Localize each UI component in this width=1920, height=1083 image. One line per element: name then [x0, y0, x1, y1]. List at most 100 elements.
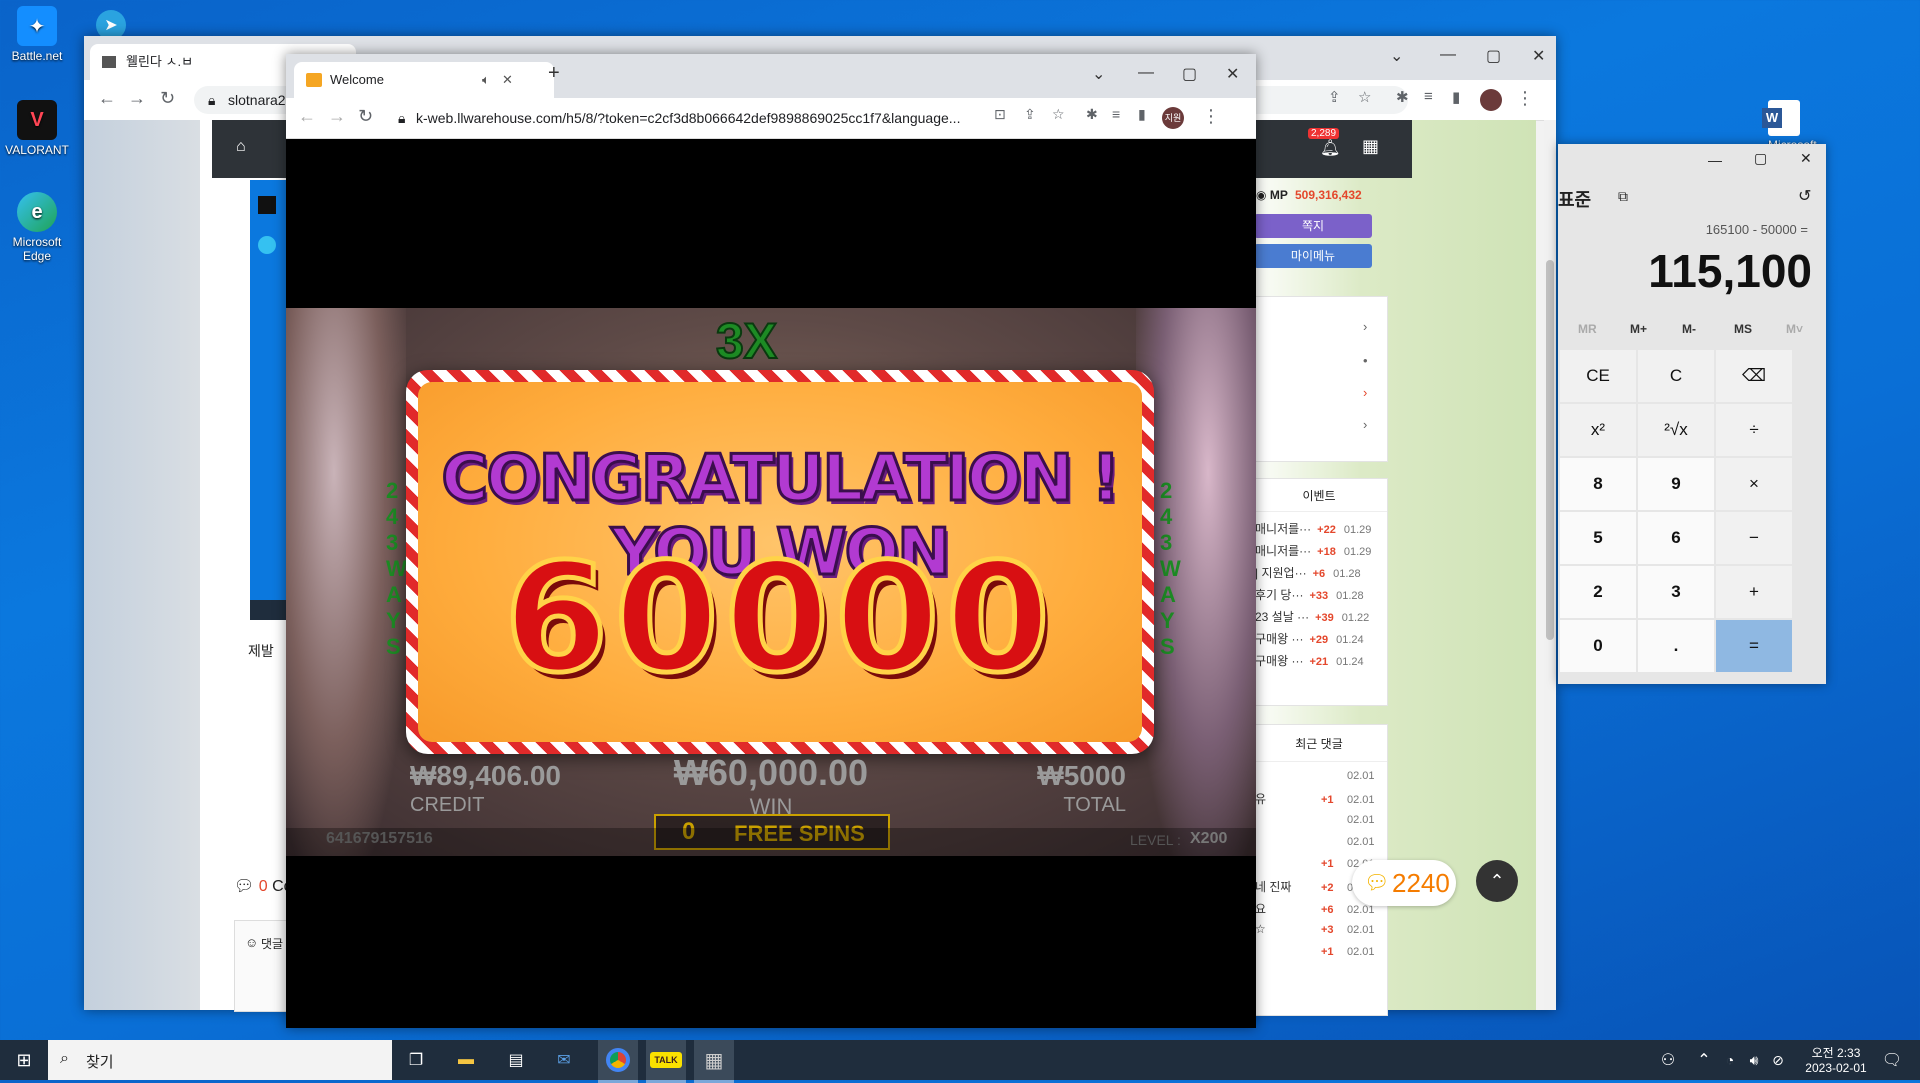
- close-button[interactable]: ✕: [1532, 46, 1545, 66]
- star-icon[interactable]: ☆: [1358, 88, 1371, 106]
- calc-key[interactable]: 5: [1560, 512, 1636, 564]
- chrome-icon[interactable]: [598, 1040, 638, 1083]
- recent-comment-row[interactable]: 02.01: [1255, 834, 1383, 848]
- event-row[interactable]: 매니저를··· +22 01.29: [1255, 520, 1371, 537]
- chevron-right-icon[interactable]: ›: [1363, 417, 1367, 432]
- chevron-down-icon[interactable]: ⌄: [1092, 64, 1105, 84]
- mail-icon[interactable]: ✉: [550, 1046, 578, 1074]
- calc-key[interactable]: =: [1716, 620, 1792, 672]
- forward-arrow-icon[interactable]: →: [328, 106, 346, 127]
- minimize-button[interactable]: —: [1138, 64, 1154, 82]
- scroll-top-button[interactable]: ⌃: [1476, 860, 1518, 902]
- back-arrow-icon[interactable]: ←: [98, 88, 116, 109]
- store-icon[interactable]: ▤: [502, 1046, 530, 1074]
- recent-comment-row[interactable]: ☆ +3 02.01: [1255, 922, 1383, 936]
- mymenu-button[interactable]: 마이메뉴: [1254, 244, 1372, 268]
- calc-key[interactable]: CE: [1560, 350, 1636, 402]
- extensions-icon[interactable]: ✱: [1396, 88, 1409, 106]
- sidebar-icon[interactable]: ▮: [1452, 88, 1460, 106]
- calc-key[interactable]: ÷: [1716, 404, 1792, 456]
- memory-button[interactable]: M+: [1630, 322, 1647, 336]
- calculator-taskbar-icon[interactable]: ▦: [694, 1040, 734, 1083]
- calc-key[interactable]: +: [1716, 566, 1792, 618]
- taskbar-search[interactable]: ⌕ 찾기: [48, 1040, 392, 1080]
- calc-key[interactable]: 6: [1638, 512, 1714, 564]
- welcome-tab[interactable]: Welcome 🔈︎ ✕: [294, 62, 554, 98]
- event-row[interactable]: 구매왕 ··· +29 01.24: [1255, 630, 1364, 647]
- translate-icon[interactable]: ⊡: [994, 106, 1006, 123]
- calc-key[interactable]: 9: [1638, 458, 1714, 510]
- calc-maximize-button[interactable]: ▢: [1754, 150, 1767, 167]
- calc-minimize-button[interactable]: —: [1708, 152, 1722, 168]
- slot-game-canvas[interactable]: 3X 243 WAYS 243 WAYS CONGRATULATION ! YO…: [286, 308, 1256, 856]
- desktop-icon-edge[interactable]: e Microsoft Edge: [0, 192, 76, 263]
- keep-on-top-icon[interactable]: ⧉: [1618, 188, 1628, 205]
- menu-icon[interactable]: ⋮: [1516, 88, 1534, 109]
- chevron-down-icon[interactable]: ⌄: [1390, 46, 1403, 66]
- ime-icon[interactable]: ⊘: [1764, 1046, 1792, 1074]
- calc-mode[interactable]: 표준: [1558, 186, 1591, 212]
- maximize-button[interactable]: ▢: [1182, 64, 1197, 84]
- people-icon[interactable]: ⚇: [1654, 1046, 1682, 1074]
- clock-time[interactable]: 오전 2:33: [1796, 1044, 1876, 1061]
- message-button[interactable]: 쪽지: [1254, 214, 1372, 238]
- mute-icon[interactable]: 🔈︎: [482, 62, 490, 98]
- maximize-button[interactable]: ▢: [1486, 46, 1501, 66]
- calc-key[interactable]: 8: [1560, 458, 1636, 510]
- calc-key[interactable]: ⌫: [1716, 350, 1792, 402]
- media-icon[interactable]: ≡: [1424, 88, 1433, 105]
- scrollbar-thumb[interactable]: [1546, 260, 1554, 640]
- calc-key[interactable]: x²: [1560, 404, 1636, 456]
- star-icon[interactable]: ☆: [1052, 106, 1065, 123]
- extensions-icon[interactable]: ✱: [1086, 106, 1098, 123]
- event-row[interactable]: 매니저를··· +18 01.29: [1255, 542, 1371, 559]
- recent-comment-row[interactable]: +1 02.01: [1255, 944, 1383, 958]
- calc-key[interactable]: .: [1638, 620, 1714, 672]
- file-explorer-icon[interactable]: ▬: [452, 1046, 480, 1074]
- event-row[interactable]: 23 설날 ··· +39 01.22: [1255, 608, 1369, 625]
- avatar[interactable]: [1480, 89, 1502, 111]
- memory-button[interactable]: MS: [1734, 322, 1752, 336]
- bell-icon[interactable]: 🔔︎: [1320, 138, 1340, 158]
- reload-icon[interactable]: ↻: [358, 106, 373, 127]
- memory-button[interactable]: M-: [1682, 322, 1696, 336]
- home-icon[interactable]: ⌂: [236, 138, 246, 156]
- minimize-button[interactable]: —: [1440, 46, 1456, 64]
- desktop-icon-valorant[interactable]: V VALORANT: [0, 100, 76, 157]
- chevron-right-icon[interactable]: ›: [1363, 385, 1367, 400]
- close-button[interactable]: ✕: [1226, 64, 1239, 84]
- menu-icon[interactable]: ⋮: [1202, 106, 1220, 127]
- avatar[interactable]: 지원: [1162, 107, 1184, 129]
- recent-comment-row[interactable]: 02.01: [1255, 812, 1383, 826]
- share-icon[interactable]: ⇪: [1328, 88, 1341, 106]
- kakaotalk-icon[interactable]: TALK: [646, 1040, 686, 1083]
- calc-key[interactable]: 3: [1638, 566, 1714, 618]
- clock-date[interactable]: 2023-02-01: [1796, 1061, 1876, 1075]
- event-row[interactable]: 후기 당··· +33 01.28: [1255, 586, 1364, 603]
- desktop-icon-battlenet[interactable]: ✦ Battle.net: [0, 6, 76, 63]
- tray-chevron-up-icon[interactable]: ⌃: [1690, 1046, 1718, 1074]
- chat-counter[interactable]: 💬︎ 2240: [1352, 860, 1456, 906]
- sidebar-icon[interactable]: ▮: [1138, 106, 1146, 123]
- front-url-field[interactable]: 🔒︎ k-web.llwarehouse.com/h5/8/?token=c2c…: [390, 104, 1052, 132]
- word-document-icon[interactable]: W: [1762, 100, 1800, 136]
- event-row[interactable]: 구매왕 ··· +21 01.24: [1255, 652, 1364, 669]
- new-tab-icon[interactable]: +: [548, 62, 560, 85]
- reload-icon[interactable]: ↻: [160, 88, 175, 109]
- calc-key[interactable]: −: [1716, 512, 1792, 564]
- calc-key[interactable]: 2: [1560, 566, 1636, 618]
- recent-comment-row[interactable]: 02.01: [1255, 768, 1383, 782]
- chevron-right-icon[interactable]: ›: [1363, 319, 1367, 334]
- forward-arrow-icon[interactable]: →: [128, 88, 146, 109]
- calc-key[interactable]: ×: [1716, 458, 1792, 510]
- memory-button[interactable]: MR: [1578, 322, 1597, 336]
- history-icon[interactable]: ↺: [1798, 186, 1811, 206]
- share-icon[interactable]: ⇪: [1024, 106, 1036, 123]
- recent-comment-row[interactable]: 유 +1 02.01: [1255, 790, 1383, 807]
- task-view-icon[interactable]: ❐: [402, 1046, 430, 1074]
- back-arrow-icon[interactable]: ←: [298, 106, 316, 127]
- calc-key[interactable]: C: [1638, 350, 1714, 402]
- calc-key[interactable]: ²√x: [1638, 404, 1714, 456]
- grid-icon[interactable]: ▦: [1362, 136, 1379, 157]
- notification-center-icon[interactable]: 🗨︎: [1878, 1046, 1906, 1074]
